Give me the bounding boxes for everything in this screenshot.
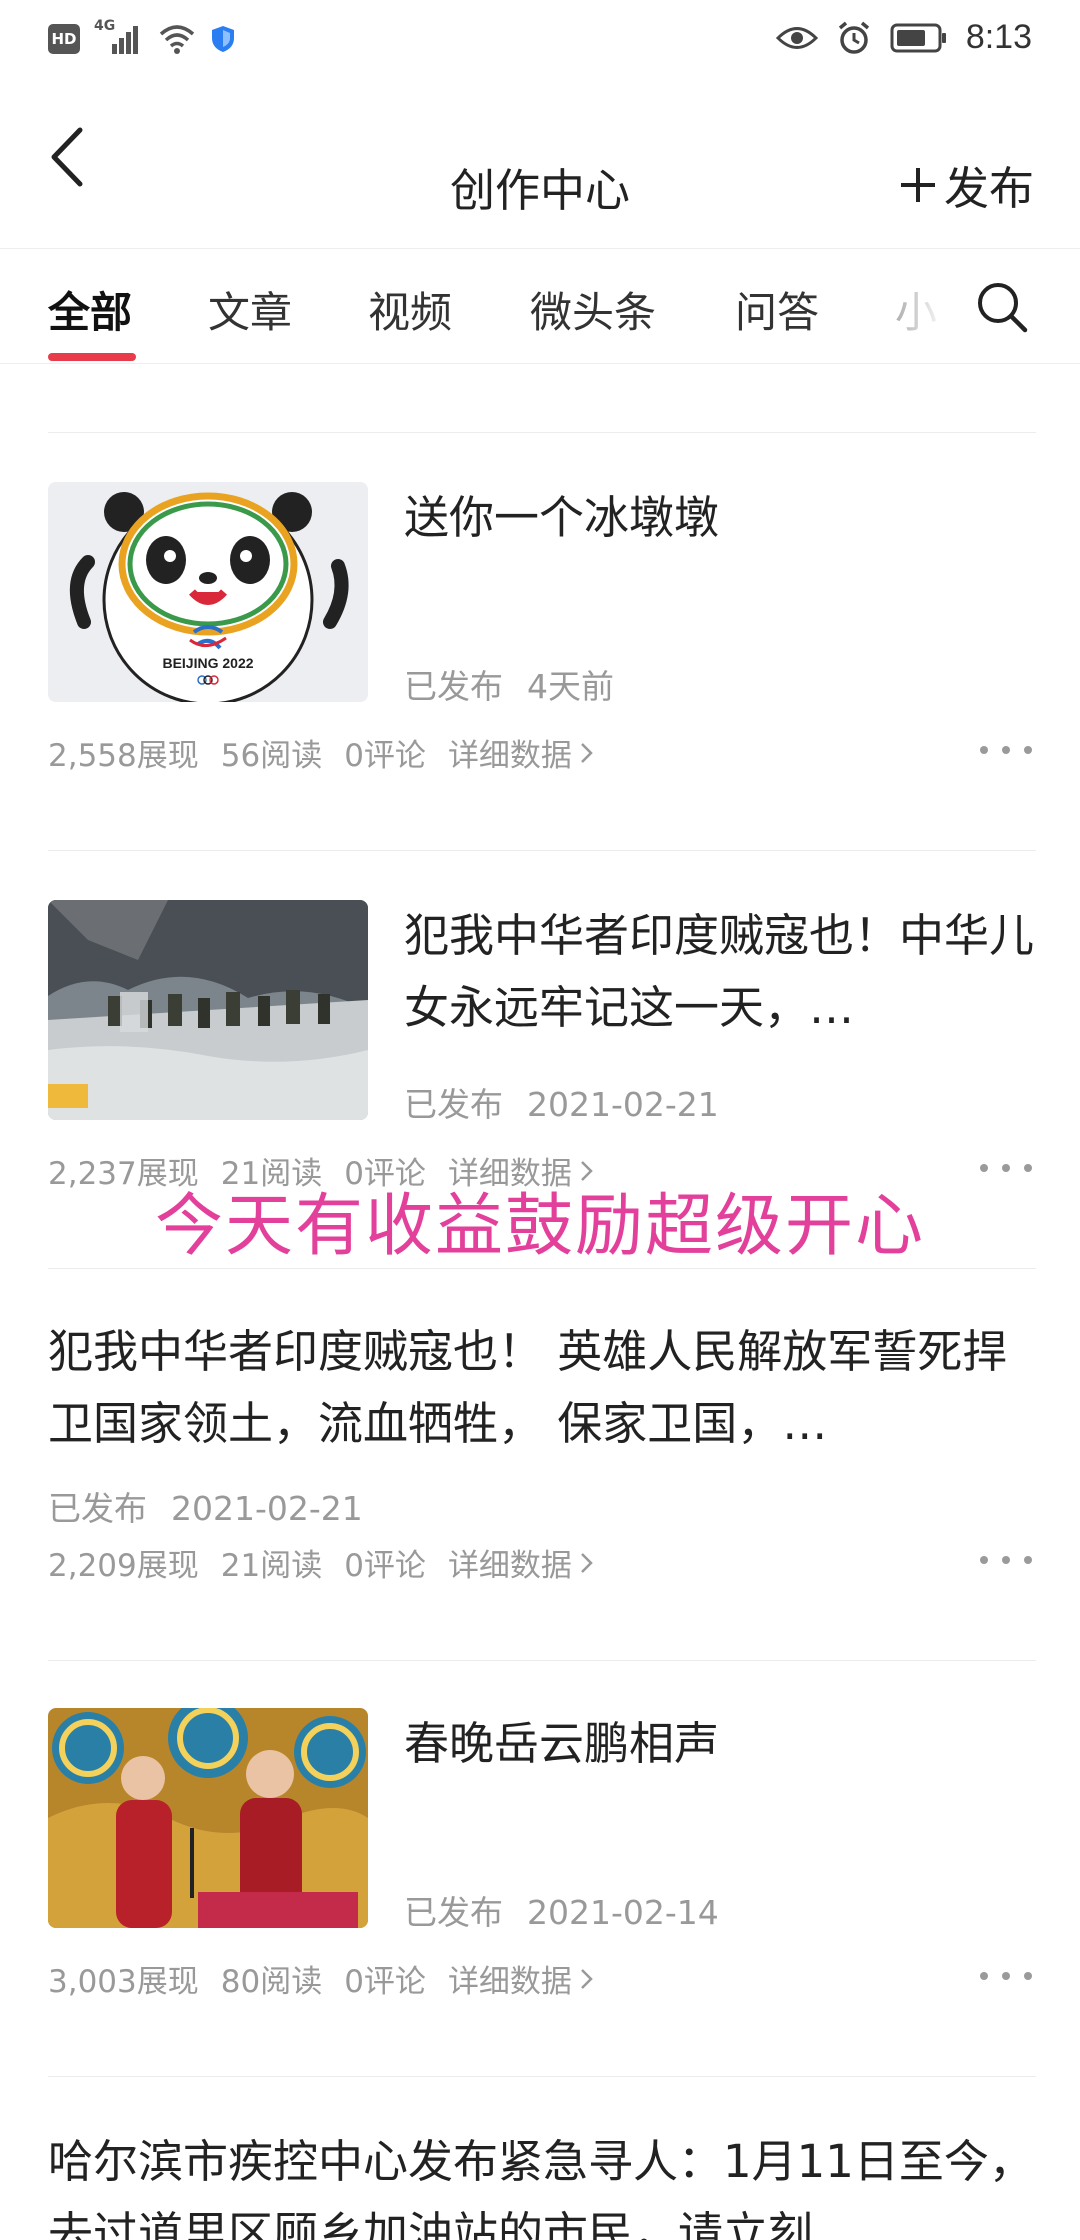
overlay-caption: 今天有收益鼓励超级开心 [154,1187,925,1266]
comments-count: 0评论 [344,738,426,774]
detail-data-link[interactable]: 详细数据 [448,1956,594,2001]
publish-time: 2021-02-21 [527,1085,719,1124]
impressions-count: 2,558展现 [48,738,199,774]
item-title[interactable]: 送你一个冰墩墩 [404,482,1034,554]
item-title[interactable]: 犯我中华者印度贼寇也！中华儿女永远牢记这一天，… [404,900,1034,1044]
status-bar: HD 4G 8:13 [0,0,1080,82]
publish-time: 2021-02-21 [171,1489,363,1528]
item-stats: 2,209展现 21阅读 0评论 详细数据 [48,1540,616,1585]
detail-data-link[interactable]: 详细数据 [448,1540,594,1585]
status-label: 已发布 [404,1893,503,1932]
item-stats: 2,558展现 56阅读 0评论 详细数据 [48,730,616,775]
publish-time: 4天前 [527,667,614,706]
hd-icon: HD [48,24,80,54]
signal-icon: 4G [94,18,144,56]
search-icon[interactable] [974,279,1030,335]
panda-mascot-image: BEIJING 2022 [48,482,368,702]
impressions-count: 3,003展现 [48,1964,199,2000]
eye-icon [775,26,818,49]
shield-icon [212,26,234,52]
impressions-count: 2,209展现 [48,1548,199,1584]
divider [48,1660,1036,1661]
thumb-caption: BEIJING 2022 [162,655,253,671]
tab-micro-posts[interactable]: 微头条 [530,279,656,340]
tab-videos[interactable]: 视频 [368,279,452,340]
detail-data-link[interactable]: 详细数据 [448,730,594,775]
thumbnail-bing-dwen-dwen[interactable]: BEIJING 2022 [48,482,368,702]
item-status: 已发布 4天前 [404,660,614,708]
status-right: 8:13 [775,18,1032,57]
tab-qa[interactable]: 问答 [735,279,819,340]
item-status: 已发布 2021-02-21 [404,1078,719,1126]
category-tabs: 全部 文章 视频 微头条 问答 小 [0,248,1080,364]
item-title[interactable]: 哈尔滨市疾控中心发布紧急寻人：1月11日至今，去过道里区顾乡加油站的市民，请立刻 [48,2126,1038,2240]
thumbnail-crosstalk[interactable] [48,1708,368,1928]
comments-count: 0评论 [344,1964,426,2000]
item-title[interactable]: 春晚岳云鹏相声 [404,1708,1034,1780]
divider [48,850,1036,851]
alarm-icon [838,21,869,54]
publish-label: 发布 [943,162,1034,215]
chevron-right-icon [581,1968,593,1989]
wifi-icon [159,25,195,54]
battery-icon [890,23,946,52]
crosstalk-stage-image [48,1708,368,1928]
top-header: 创作中心 发布 [0,82,1080,248]
plus-icon [900,167,935,202]
chevron-right-icon [581,1552,593,1573]
status-label: 已发布 [404,667,503,706]
chevron-right-icon [581,742,593,763]
reads-count: 21阅读 [220,1548,323,1584]
reads-count: 80阅读 [220,1964,323,2000]
divider [48,1268,1036,1269]
tab-articles[interactable]: 文章 [208,279,292,340]
more-options-button[interactable] [980,1540,1032,1580]
comments-count: 0评论 [344,1548,426,1584]
soldiers-river-image [48,900,368,1120]
item-stats: 3,003展现 80阅读 0评论 详细数据 [48,1956,616,2001]
item-status: 已发布 2021-02-14 [404,1886,719,1934]
hd-label: HD [51,30,77,48]
tab-all[interactable]: 全部 [48,279,132,340]
publish-time: 2021-02-14 [527,1893,719,1932]
divider [48,2076,1036,2077]
more-options-button[interactable] [980,1956,1032,1996]
detail-label: 详细数据 [447,738,572,774]
active-tab-indicator [48,353,136,361]
detail-label: 详细数据 [447,1548,572,1584]
detail-label: 详细数据 [447,1964,572,2000]
status-time: 8:13 [965,18,1032,56]
item-status: 已发布 2021-02-21 [48,1482,363,1530]
tab-fade [870,249,980,363]
divider [48,432,1036,433]
status-left: HD 4G [48,18,236,56]
publish-button[interactable]: 发布 [898,152,1034,217]
item-title[interactable]: 犯我中华者印度贼寇也！ 英雄人民解放军誓死捍卫国家领土，流血牺牲， 保家卫国，… [48,1316,1038,1460]
thumbnail-soldiers[interactable] [48,900,368,1120]
more-options-button[interactable] [980,730,1032,770]
reads-count: 56阅读 [220,738,323,774]
status-label: 已发布 [404,1085,503,1124]
status-label: 已发布 [48,1489,147,1528]
